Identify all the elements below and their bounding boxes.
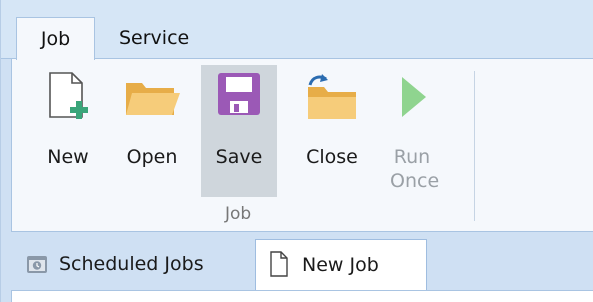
open-button[interactable]: Open	[117, 65, 187, 197]
folder-open-icon	[126, 83, 180, 115]
document-tab-bar: Scheduled Jobs New Job	[1, 232, 593, 290]
new-document-icon	[49, 72, 88, 119]
open-button-label: Open	[126, 146, 178, 168]
document-icon	[270, 251, 288, 277]
folder-close-icon	[308, 74, 356, 119]
ribbon-tab-bar: Job Service	[1, 0, 593, 60]
new-button[interactable]: New	[33, 65, 103, 197]
scheduled-jobs-icon	[27, 256, 47, 273]
tab-service[interactable]: Service	[105, 17, 203, 60]
document-content-area	[11, 290, 593, 302]
app-window: Job Service New Open Save Close Run Once…	[0, 0, 593, 302]
save-button[interactable]: Save	[201, 65, 277, 197]
tab-new-job-label: New Job	[302, 254, 379, 276]
run-once-button-label: Run Once	[390, 146, 440, 192]
play-icon	[402, 77, 426, 117]
tab-new-job[interactable]: New Job	[255, 239, 427, 290]
tab-job[interactable]: Job	[16, 17, 95, 60]
run-once-button[interactable]: Run Once	[377, 65, 447, 197]
save-button-label: Save	[215, 146, 263, 168]
close-button-label: Close	[306, 146, 358, 168]
ribbon-group-label: Job	[225, 204, 252, 224]
new-button-label: New	[47, 146, 89, 168]
ribbon-group-separator	[474, 71, 475, 221]
close-button[interactable]: Close	[297, 65, 367, 197]
save-disk-icon	[218, 73, 260, 115]
tab-scheduled-jobs[interactable]: Scheduled Jobs	[16, 239, 254, 290]
ribbon-panel: New Open Save Close Run Once Job	[11, 59, 593, 232]
tab-scheduled-jobs-label: Scheduled Jobs	[59, 253, 204, 275]
